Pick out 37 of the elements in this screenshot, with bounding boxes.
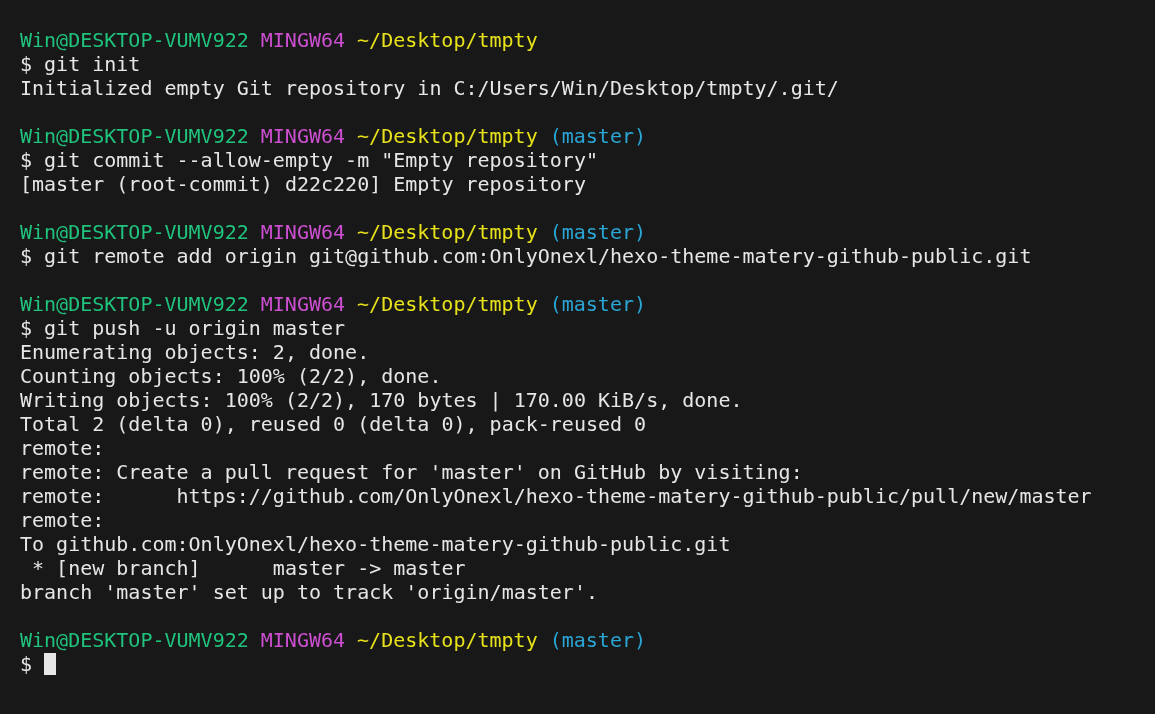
prompt-user: Win@DESKTOP-VUMV922 — [20, 292, 249, 316]
prompt-branch: (master) — [549, 220, 647, 244]
prompt-branch: (master) — [549, 124, 647, 148]
terminal-line: remote: https://github.com/OnlyOnexl/hexo-theme-matery-github-public/pull/new/master — [20, 484, 1092, 508]
prompt-path: ~/Desktop/tmpty — [357, 220, 538, 244]
terminal-line: $ git init — [20, 52, 141, 76]
prompt-system: MINGW64 — [260, 292, 346, 316]
prompt-system: MINGW64 — [260, 28, 346, 52]
prompt-branch: (master) — [549, 292, 647, 316]
prompt-path: ~/Desktop/tmpty — [357, 292, 538, 316]
terminal-line: branch 'master' set up to track 'origin/master'. — [20, 580, 598, 604]
terminal-line: remote: — [20, 436, 105, 460]
terminal-line: remote: — [20, 508, 105, 532]
prompt-symbol: $ — [20, 652, 33, 676]
terminal-line: $ git commit --allow-empty -m "Empty repository" — [20, 148, 598, 172]
terminal-line: To github.com:OnlyOnexl/hexo-theme-matery-github-public.git — [20, 532, 731, 556]
terminal-line: $ git push -u origin master — [20, 316, 346, 340]
prompt-user: Win@DESKTOP-VUMV922 — [20, 220, 249, 244]
prompt-user: Win@DESKTOP-VUMV922 — [20, 628, 249, 652]
prompt-system: MINGW64 — [260, 124, 346, 148]
terminal-line: * [new branch] master -> master — [31, 556, 466, 580]
prompt-path: ~/Desktop/tmpty — [357, 28, 538, 52]
prompt-path: ~/Desktop/tmpty — [357, 124, 538, 148]
prompt-system: MINGW64 — [260, 220, 346, 244]
prompt-user: Win@DESKTOP-VUMV922 — [20, 124, 249, 148]
terminal-line: Enumerating objects: 2, done. — [20, 340, 370, 364]
prompt-user: Win@DESKTOP-VUMV922 — [20, 28, 249, 52]
prompt-system: MINGW64 — [260, 628, 346, 652]
terminal-line: Counting objects: 100% (2/2), done. — [20, 364, 442, 388]
terminal-line: Total 2 (delta 0), reused 0 (delta 0), pack-reused 0 — [20, 412, 647, 436]
terminal-line: [master (root-commit) d22c220] Empty repository — [20, 172, 586, 196]
prompt-branch: (master) — [549, 628, 647, 652]
terminal-line: remote: Create a pull request for 'master' on GitHub by visiting: — [20, 460, 803, 484]
terminal-line: Initialized empty Git repository in C:/Users/Win/Desktop/tmpty/.git/ — [20, 76, 839, 100]
prompt-path: ~/Desktop/tmpty — [357, 628, 538, 652]
terminal-line: Writing objects: 100% (2/2), 170 bytes | 170.00 KiB/s, done. — [20, 388, 743, 412]
terminal-line: $ git remote add origin git@github.com:OnlyOnexl/hexo-theme-matery-github-public.git — [20, 244, 1032, 268]
